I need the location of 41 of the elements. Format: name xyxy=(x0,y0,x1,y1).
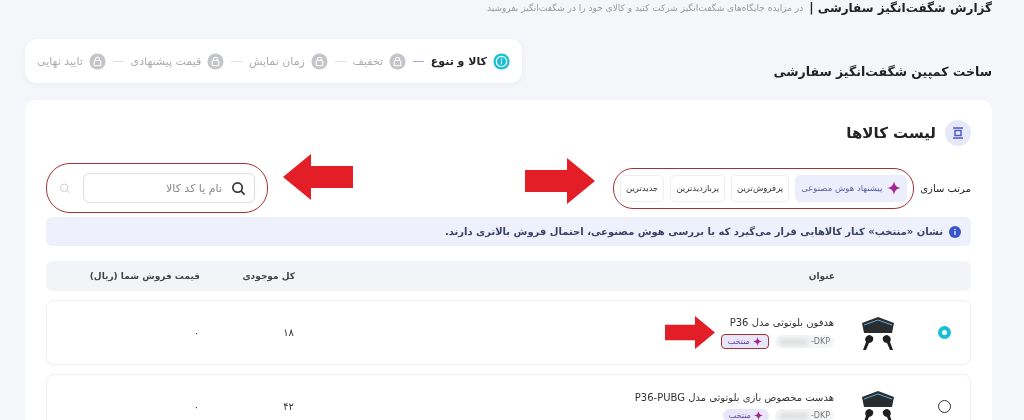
notice-text: نشان «منتخب» کنار کالاهایی قرار می‌گیرد که با بررسی هوش مصنوعی، احتمال فروش بالاتری دارند. xyxy=(444,226,943,237)
sparkle-icon xyxy=(753,410,763,420)
page-title: ساخت کمپین شگفت‌انگیز سفارشی xyxy=(773,63,992,79)
lock-icon xyxy=(310,52,328,70)
product-title: هدفون بلوتوثی مدل P36 xyxy=(729,316,834,328)
lock-icon xyxy=(389,52,407,70)
report-title: گزارش شگفت‌انگیز سفارشی | xyxy=(809,1,992,15)
column-header: قیمت فروش شما (ریال) xyxy=(88,271,201,281)
info-icon xyxy=(493,52,510,70)
product-code: DKP- xyxy=(774,408,834,420)
arrow-annotation xyxy=(525,158,595,204)
info-icon xyxy=(949,225,961,238)
search-icon xyxy=(231,180,246,196)
sparkle-icon xyxy=(752,336,762,346)
search-field[interactable]: نام یا کد کالا xyxy=(83,173,255,203)
arrow-annotation xyxy=(283,154,353,200)
selected-badge: منتخب xyxy=(720,333,769,349)
sparkle-icon xyxy=(887,181,902,195)
report-subtitle: در مزایده جایگاه‌های شگفت‌انگیز شرکت کنید و کالای خود را در شگفت‌انگیز بفروشید xyxy=(487,3,804,13)
sort-option[interactable]: پیشنهاد هوش مصنوعی xyxy=(795,174,908,202)
column-header: کل موجودی xyxy=(241,271,296,281)
search-icon[interactable] xyxy=(59,181,71,195)
column-header: عنوان xyxy=(807,271,836,281)
lock-icon xyxy=(88,52,106,70)
sort-option[interactable]: جدیدترین xyxy=(619,174,665,202)
list-title: لیست کالاها xyxy=(846,124,936,142)
selected-badge: منتخب xyxy=(722,408,769,420)
sort-option[interactable]: پربازدیدترین xyxy=(670,174,725,202)
product-title: هدست مخصوص بازی بلوتوثی مدل P36-PUBG xyxy=(634,391,834,403)
product-code: DKP- xyxy=(774,334,834,348)
stock-cell-text: ۴۲ xyxy=(282,401,295,412)
step[interactable]: کالا و تنوع xyxy=(430,52,510,70)
sort-option[interactable]: پرفروش‌ترین xyxy=(731,174,790,202)
radio-button[interactable] xyxy=(937,326,951,339)
stock-cell-text: ۱۸ xyxy=(282,327,295,338)
price-cell-text: ۰ xyxy=(192,327,200,338)
list-icon xyxy=(945,120,971,146)
lock-icon xyxy=(207,52,225,70)
price-cell-text: ۰ xyxy=(192,401,200,412)
sort-label: مرتب سازی xyxy=(920,182,971,194)
arrow-annotation xyxy=(665,314,715,351)
